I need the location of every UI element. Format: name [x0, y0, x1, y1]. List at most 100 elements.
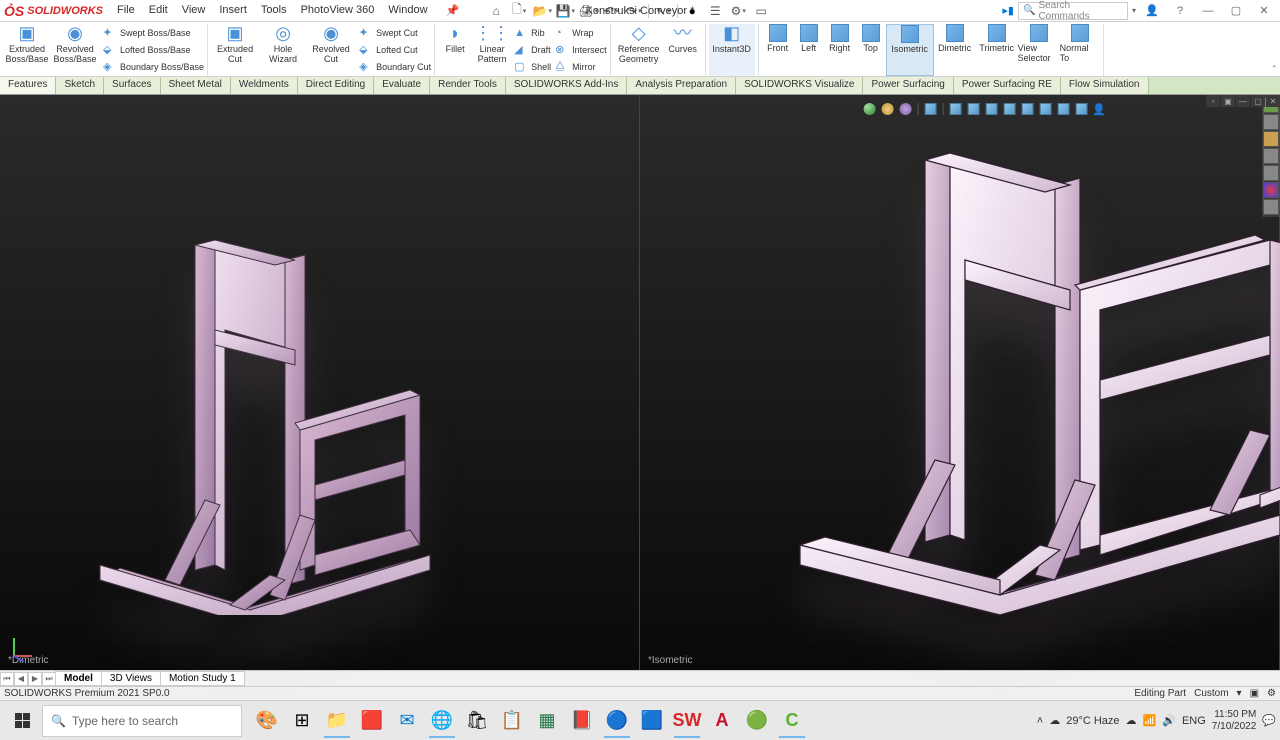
solidworks-task-icon[interactable]: SW [670, 704, 704, 738]
app-icon-2[interactable]: 📋 [495, 704, 529, 738]
viewport-isometric[interactable]: 👤 [640, 95, 1280, 670]
vp-close-icon[interactable]: ✕ [1266, 95, 1280, 107]
view-left-button[interactable]: Left [794, 24, 824, 76]
tab-analysis-prep[interactable]: Analysis Preparation [627, 77, 736, 94]
vp-restore-icon[interactable]: ▫ [1206, 95, 1220, 107]
revolved-cut-button[interactable]: ◉Revolved Cut [307, 24, 355, 76]
intersect-button[interactable]: ⊗Intersect [555, 41, 607, 58]
taskpane-file-explorer-icon[interactable] [1263, 148, 1279, 164]
tab-evaluate[interactable]: Evaluate [374, 77, 430, 94]
taskbar-search-input[interactable]: 🔍 Type here to search [42, 705, 242, 737]
tab-surfaces[interactable]: Surfaces [104, 77, 160, 94]
extruded-boss-button[interactable]: ▣Extruded Boss/Base [3, 24, 51, 76]
language-icon[interactable]: ENG [1182, 715, 1206, 727]
chrome-icon[interactable]: 🔵 [600, 704, 634, 738]
tab-render-tools[interactable]: Render Tools [430, 77, 506, 94]
tab-nav-next-icon[interactable]: ▶ [28, 672, 42, 686]
taskpane-custom-props-icon[interactable] [1263, 199, 1279, 215]
weather-icon[interactable]: ☁ [1049, 714, 1060, 727]
excel-icon[interactable]: ▦ [530, 704, 564, 738]
new-icon[interactable]: 🗋 [508, 2, 530, 20]
taskbar-clock[interactable]: 11:50 PM 7/10/2022 [1212, 709, 1257, 733]
linear-pattern-button[interactable]: ⋮⋮Linear Pattern [472, 24, 512, 76]
mail-icon[interactable]: ✉ [390, 704, 424, 738]
search-commands-input[interactable]: Search Commands [1018, 2, 1128, 20]
menu-edit[interactable]: Edit [143, 2, 174, 19]
maximize-button[interactable]: ▢ [1224, 2, 1248, 20]
bottom-tab-3dviews[interactable]: 3D Views [101, 671, 161, 686]
widgets-icon[interactable]: 🎨 [250, 704, 284, 738]
menu-window[interactable]: Window [382, 2, 433, 19]
reference-geometry-button[interactable]: ◇Reference Geometry [614, 24, 664, 76]
vp-minimize-icon[interactable]: — [1236, 95, 1250, 107]
taskpane-resources-icon[interactable] [1263, 114, 1279, 130]
minimize-button[interactable]: — [1196, 2, 1220, 20]
shell-button[interactable]: ▢Shell [514, 58, 551, 75]
tab-nav-last-icon[interactable]: ⏭ [42, 672, 56, 686]
app-icon-4[interactable]: 🟦 [635, 704, 669, 738]
app-icon-1[interactable]: 🟥 [355, 704, 389, 738]
wifi-icon[interactable]: 📶 [1143, 714, 1157, 727]
wrap-button[interactable]: ◔Wrap [555, 24, 607, 41]
display-icon[interactable]: ▭ [750, 2, 772, 20]
tab-features[interactable]: Features [0, 77, 56, 94]
tab-direct-editing[interactable]: Direct Editing [298, 77, 374, 94]
lofted-boss-button[interactable]: ⬙Lofted Boss/Base [103, 41, 204, 58]
menu-photoview[interactable]: PhotoView 360 [295, 2, 381, 19]
tab-sw-visualize[interactable]: SOLIDWORKS Visualize [736, 77, 863, 94]
status-chevron-icon[interactable]: ▾ [1237, 688, 1242, 699]
view-triad-icon[interactable] [8, 632, 38, 662]
hole-wizard-button[interactable]: ◎Hole Wizard [259, 24, 307, 76]
curves-button[interactable]: 〰Curves [664, 24, 702, 76]
open-icon[interactable]: 📂 [531, 2, 553, 20]
weather-text[interactable]: 29°C Haze [1066, 715, 1119, 727]
search-dropdown-icon[interactable]: ▾ [1132, 6, 1136, 15]
taskpane-design-library-icon[interactable] [1263, 131, 1279, 147]
close-button[interactable]: ✕ [1252, 2, 1276, 20]
vp-maximize-icon[interactable]: ▢ [1251, 95, 1265, 107]
draft-button[interactable]: ◢Draft [514, 41, 551, 58]
fillet-button[interactable]: ◗Fillet [438, 24, 472, 76]
view-isometric-button[interactable]: Isometric [886, 24, 934, 76]
explorer-icon[interactable]: 📁 [320, 704, 354, 738]
menu-view[interactable]: View [176, 2, 212, 19]
bottom-tab-model[interactable]: Model [55, 671, 102, 686]
taskpane-appearances-icon[interactable] [1263, 182, 1279, 198]
extruded-cut-button[interactable]: ▣Extruded Cut [211, 24, 259, 76]
tab-sketch[interactable]: Sketch [56, 77, 104, 94]
menu-file[interactable]: File [111, 2, 141, 19]
instant3d-button[interactable]: ◧Instant3D [709, 24, 755, 76]
viewport-dimetric[interactable]: *Dimetric [0, 95, 640, 670]
menu-insert[interactable]: Insert [213, 2, 253, 19]
lofted-cut-button[interactable]: ⬙Lofted Cut [359, 41, 431, 58]
view-trimetric-button[interactable]: Trimetric [976, 24, 1018, 76]
volume-icon[interactable]: 🔊 [1162, 714, 1176, 727]
tab-sheet-metal[interactable]: Sheet Metal [161, 77, 231, 94]
autocad-icon[interactable]: A [705, 704, 739, 738]
options-list-icon[interactable]: ☰ [704, 2, 726, 20]
tab-power-surfacing[interactable]: Power Surfacing [863, 77, 953, 94]
menu-tools[interactable]: Tools [255, 2, 293, 19]
tab-sw-addins[interactable]: SOLIDWORKS Add-Ins [506, 77, 627, 94]
menu-pin-icon[interactable]: 📌 [440, 2, 466, 19]
tab-weldments[interactable]: Weldments [231, 77, 298, 94]
task-view-icon[interactable]: ⊞ [285, 704, 319, 738]
boundary-cut-button[interactable]: ◈Boundary Cut [359, 58, 431, 75]
taskpane-view-palette-icon[interactable] [1263, 165, 1279, 181]
user-icon[interactable]: 👤 [1140, 2, 1164, 20]
store-icon[interactable]: 🛍 [460, 704, 494, 738]
onedrive-icon[interactable]: ☁ [1126, 714, 1137, 727]
boundary-boss-button[interactable]: ◈Boundary Boss/Base [103, 58, 204, 75]
view-top-button[interactable]: Top [856, 24, 886, 76]
start-button[interactable] [4, 705, 40, 737]
tab-nav-first-icon[interactable]: ⏮ [0, 672, 14, 686]
view-normal-to-button[interactable]: Normal To [1060, 24, 1100, 76]
rib-button[interactable]: ▲Rib [514, 24, 551, 41]
view-right-button[interactable]: Right [824, 24, 856, 76]
tab-flow-simulation[interactable]: Flow Simulation [1061, 77, 1149, 94]
vp-cascade-icon[interactable]: ▣ [1221, 95, 1235, 107]
edge-icon[interactable]: 🌐 [425, 704, 459, 738]
settings-icon[interactable]: ⚙ [727, 2, 749, 20]
swept-cut-button[interactable]: 🟆Swept Cut [359, 24, 431, 41]
camtasia-icon[interactable]: C [775, 704, 809, 738]
